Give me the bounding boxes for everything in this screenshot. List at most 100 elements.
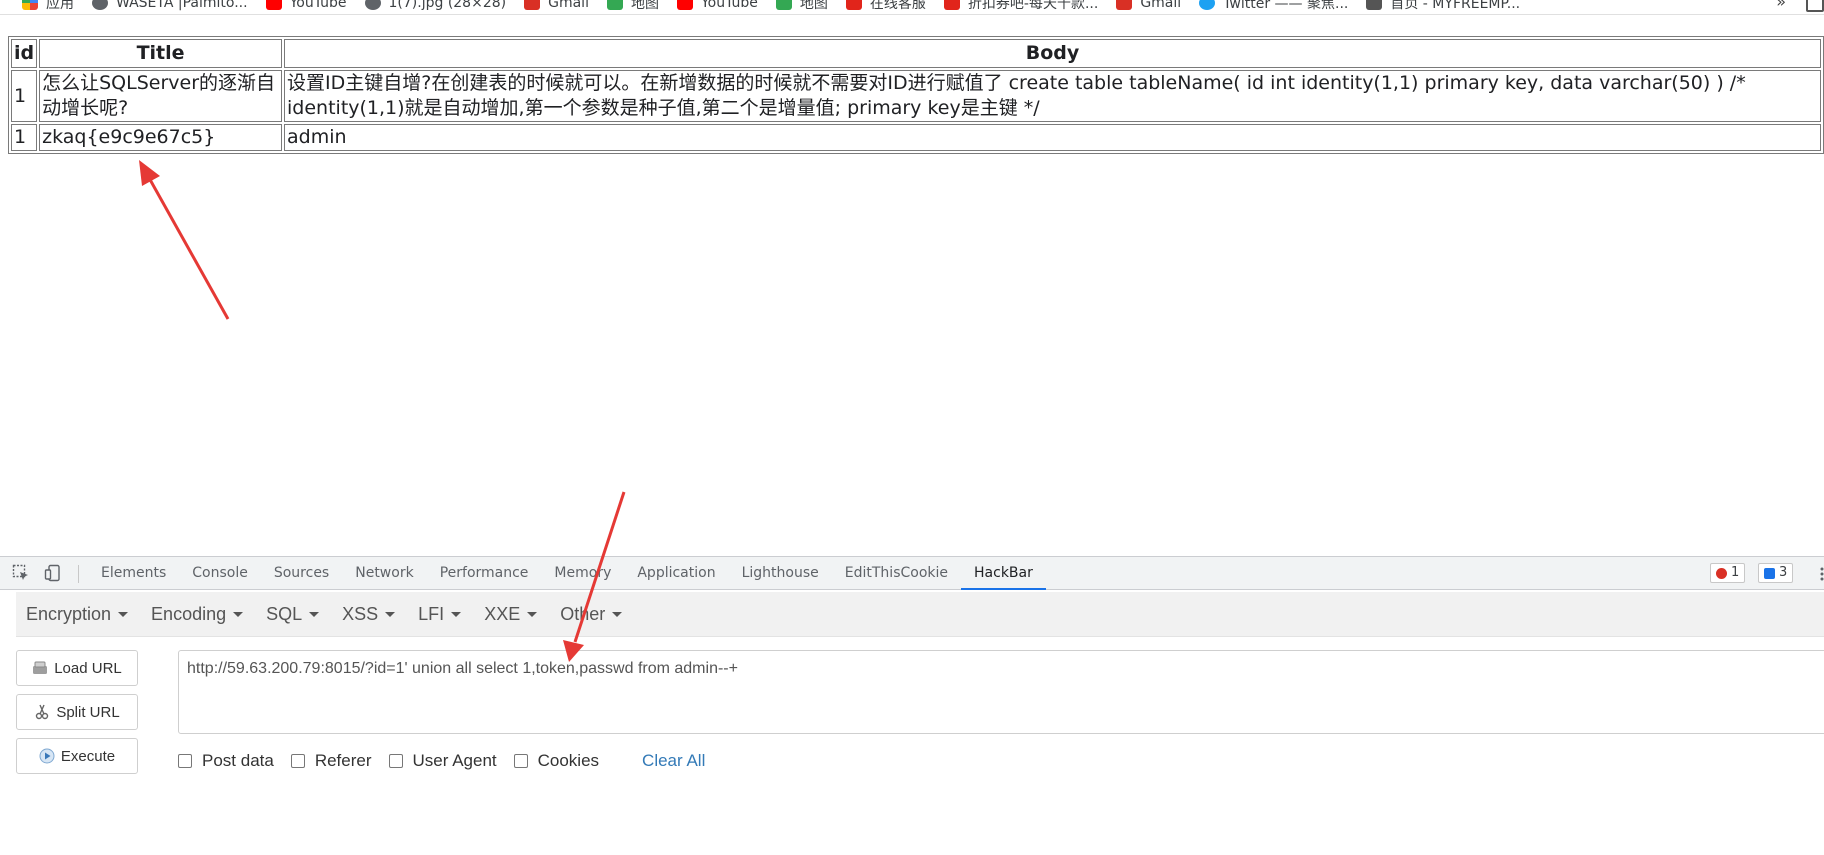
device-toolbar-icon[interactable] [44, 564, 62, 582]
bookmark-youtube[interactable]: YouTube [265, 0, 347, 11]
bookmark-gmail-2[interactable]: Gmail [1116, 0, 1181, 11]
menu-label: XXE [484, 603, 521, 624]
tab-lighthouse[interactable]: Lighthouse [729, 557, 832, 590]
menu-label: LFI [418, 603, 445, 624]
menu-label: Encoding [151, 603, 227, 624]
execute-button[interactable]: Execute [16, 738, 138, 774]
bookmark-label: Gmail [1140, 0, 1182, 11]
bookmarks-bar: 应用 WASETA |Palmito... YouTube 1(7).jpg (… [0, 0, 1824, 15]
option-referer[interactable]: Referer [290, 751, 372, 771]
jd-icon [845, 0, 862, 10]
option-cookies[interactable]: Cookies [513, 751, 599, 771]
settings-icon[interactable] [1820, 566, 1824, 582]
bookmark-jd[interactable]: 在线客服 [845, 0, 926, 13]
cell-id: 1 [11, 124, 38, 151]
load-icon [33, 661, 48, 674]
caret-down-icon [233, 611, 244, 617]
hackbar-menubar: Encryption Encoding SQL XSS LFI XXE Othe… [16, 592, 1824, 637]
load-url-button[interactable]: Load URL [16, 650, 138, 686]
devtools-panel: Elements Console Sources Network Perform… [0, 556, 1824, 855]
message-icon [1764, 567, 1775, 579]
column-header-body: Body [284, 39, 1821, 68]
bookmark-image[interactable]: 1(7).jpg (28×28) [364, 0, 507, 11]
bookmark-label: 地图 [630, 0, 659, 12]
tab-performance[interactable]: Performance [427, 557, 542, 590]
clear-all-link[interactable]: Clear All [642, 751, 705, 771]
maps-icon [606, 0, 623, 10]
message-count: 3 [1779, 565, 1788, 580]
cell-title: zkaq{e9c9e67c5} [39, 124, 283, 151]
option-post-data[interactable]: Post data [178, 751, 274, 771]
menu-label: Encryption [26, 603, 112, 624]
url-textarea[interactable]: http://59.63.200.79:8015/?id=1' union al… [178, 650, 1824, 734]
bookmark-twitter[interactable]: Twitter —— 聚焦... [1199, 0, 1348, 13]
menu-label: SQL [266, 603, 303, 624]
option-user-agent[interactable]: User Agent [388, 751, 497, 771]
menu-encryption[interactable]: Encryption [26, 603, 129, 625]
bookmark-label: WASETA |Palmito... [116, 0, 248, 11]
hackbar-options: Post data Referer User Agent Cookies Cle… [178, 750, 705, 772]
bookmark-myfreemp[interactable]: 首页 - MYFREEMP... [1366, 0, 1520, 13]
tab-network[interactable]: Network [342, 557, 426, 590]
bookmark-youtube-2[interactable]: YouTube [676, 0, 758, 11]
menu-encoding[interactable]: Encoding [151, 603, 244, 625]
inspect-element-icon[interactable] [12, 564, 30, 582]
tab-editthiscookie[interactable]: EditThisCookie [832, 557, 961, 590]
bookmark-label: 折扣券吧-每天千款... [967, 0, 1099, 12]
tab-memory[interactable]: Memory [541, 557, 624, 590]
cell-title: 怎么让SQLServer的逐渐自动增长呢? [39, 70, 283, 122]
error-count: 1 [1731, 565, 1740, 580]
bookmark-label: Gmail [548, 0, 589, 11]
tab-elements[interactable]: Elements [88, 557, 179, 590]
bookmark-label: YouTube [700, 0, 758, 11]
table-row: 1 zkaq{e9c9e67c5} admin [11, 124, 1821, 151]
menu-xss[interactable]: XSS [342, 603, 396, 625]
bookmark-maps-2[interactable]: 地图 [775, 0, 828, 13]
menu-sql[interactable]: SQL [266, 603, 320, 625]
caret-down-icon [612, 611, 623, 617]
twitter-icon [1199, 0, 1216, 10]
user-agent-checkbox[interactable] [388, 754, 403, 768]
cell-body: 设置ID主键自增?在创建表的时候就可以。在新增数据的时候就不需要对ID进行赋值了… [284, 70, 1821, 122]
menu-lfi[interactable]: LFI [418, 603, 462, 625]
tab-application[interactable]: Application [624, 557, 728, 590]
bookmark-apps[interactable]: 应用 [22, 0, 74, 13]
bookmark-gmail[interactable]: Gmail [524, 0, 589, 11]
site-icon [1366, 0, 1383, 10]
caret-down-icon [309, 611, 320, 617]
cookies-checkbox[interactable] [513, 754, 528, 768]
load-url-label: Load URL [54, 659, 122, 677]
tab-sources[interactable]: Sources [261, 557, 342, 590]
option-label: Post data [202, 751, 274, 770]
apps-grid-icon [22, 0, 38, 10]
post-data-checkbox[interactable] [178, 754, 192, 768]
caret-down-icon [451, 611, 462, 617]
message-count-badge[interactable]: 3 [1758, 563, 1794, 583]
split-url-label: Split URL [56, 703, 120, 721]
menu-other[interactable]: Other [560, 603, 623, 625]
tab-console[interactable]: Console [179, 557, 261, 590]
execute-label: Execute [60, 747, 116, 765]
bookmark-label: Twitter —— 聚焦... [1223, 0, 1349, 12]
gmail-icon [524, 0, 541, 10]
bookmark-coupon[interactable]: 折扣券吧-每天千款... [943, 0, 1099, 13]
error-count-badge[interactable]: 1 [1710, 563, 1746, 583]
table-row: 1 怎么让SQLServer的逐渐自动增长呢? 设置ID主键自增?在创建表的时候… [11, 70, 1821, 122]
globe-icon [364, 0, 381, 10]
devtools-tabs: Elements Console Sources Network Perform… [88, 557, 1046, 591]
bookmark-waseta[interactable]: WASETA |Palmito... [92, 0, 248, 11]
bookmark-maps[interactable]: 地图 [606, 0, 659, 13]
table-header-row: id Title Body [11, 39, 1821, 68]
split-url-button[interactable]: Split URL [16, 694, 138, 730]
reading-list-icon[interactable] [1806, 0, 1824, 12]
menu-label: Other [560, 603, 606, 624]
menu-xxe[interactable]: XXE [484, 603, 538, 625]
bookmark-label: 地图 [799, 0, 828, 12]
referer-checkbox[interactable] [290, 754, 305, 768]
menu-label: XSS [342, 603, 379, 624]
tab-hackbar[interactable]: HackBar [961, 557, 1046, 590]
bookmark-label: 1(7).jpg (28×28) [388, 0, 507, 11]
youtube-icon [265, 0, 282, 10]
option-label: Referer [314, 751, 372, 770]
bookmarks-overflow-button[interactable]: » [1776, 0, 1786, 11]
